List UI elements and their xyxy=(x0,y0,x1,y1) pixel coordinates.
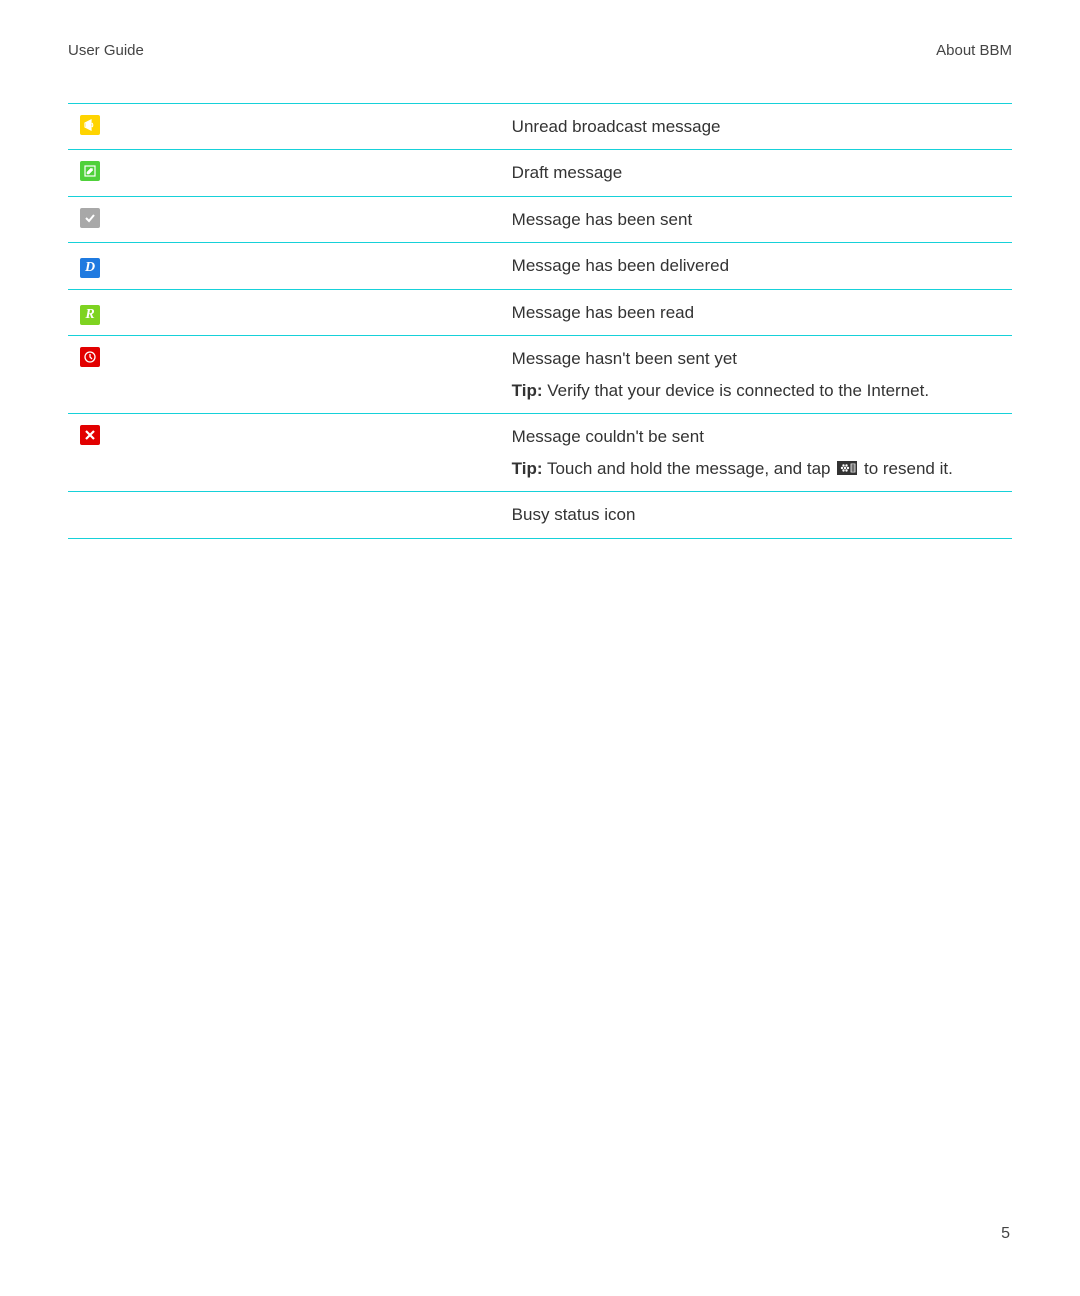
failed-icon xyxy=(80,425,100,445)
row-label: Unread broadcast message xyxy=(512,117,721,136)
page-header: User Guide About BBM xyxy=(68,40,1012,63)
table-row: Draft message xyxy=(68,150,1012,197)
tip-label: Tip: xyxy=(512,459,543,478)
table-row: Unread broadcast message xyxy=(68,103,1012,150)
tip-text: Verify that your device is connected to … xyxy=(547,381,929,400)
read-icon: R xyxy=(80,305,100,325)
tip-text-pre: Touch and hold the message, and tap xyxy=(547,459,831,478)
table-row: D Message has been delivered xyxy=(68,243,1012,290)
row-label: Message has been read xyxy=(512,303,694,322)
row-label: Busy status icon xyxy=(512,505,636,524)
table-row: R Message has been read xyxy=(68,289,1012,336)
page-number: 5 xyxy=(1001,1222,1010,1246)
pending-icon xyxy=(80,347,100,367)
tip-text-post: to resend it. xyxy=(864,459,953,478)
row-tip: Tip: Touch and hold the message, and tap… xyxy=(512,456,1000,482)
broadcast-icon xyxy=(80,115,100,135)
header-right: About BBM xyxy=(936,40,1012,63)
icon-legend-table: Unread broadcast message Draft message xyxy=(68,103,1012,539)
row-label: Message hasn't been sent yet xyxy=(512,346,1000,372)
table-row: Message has been sent xyxy=(68,196,1012,243)
bb-menu-icon xyxy=(837,461,857,475)
sent-icon xyxy=(80,208,100,228)
delivered-icon: D xyxy=(80,258,100,278)
header-left: User Guide xyxy=(68,40,144,63)
row-label: Message has been sent xyxy=(512,210,693,229)
tip-label: Tip: xyxy=(512,381,543,400)
row-tip: Tip: Verify that your device is connecte… xyxy=(512,378,1000,404)
table-row: Busy status icon xyxy=(68,492,1012,539)
row-label: Message has been delivered xyxy=(512,256,729,275)
row-label: Message couldn't be sent xyxy=(512,424,1000,450)
row-label: Draft message xyxy=(512,163,623,182)
table-row: Message hasn't been sent yet Tip: Verify… xyxy=(68,336,1012,414)
draft-icon xyxy=(80,161,100,181)
document-page: User Guide About BBM Unread broadcast me… xyxy=(0,0,1080,1296)
table-row: Message couldn't be sent Tip: Touch and … xyxy=(68,414,1012,492)
